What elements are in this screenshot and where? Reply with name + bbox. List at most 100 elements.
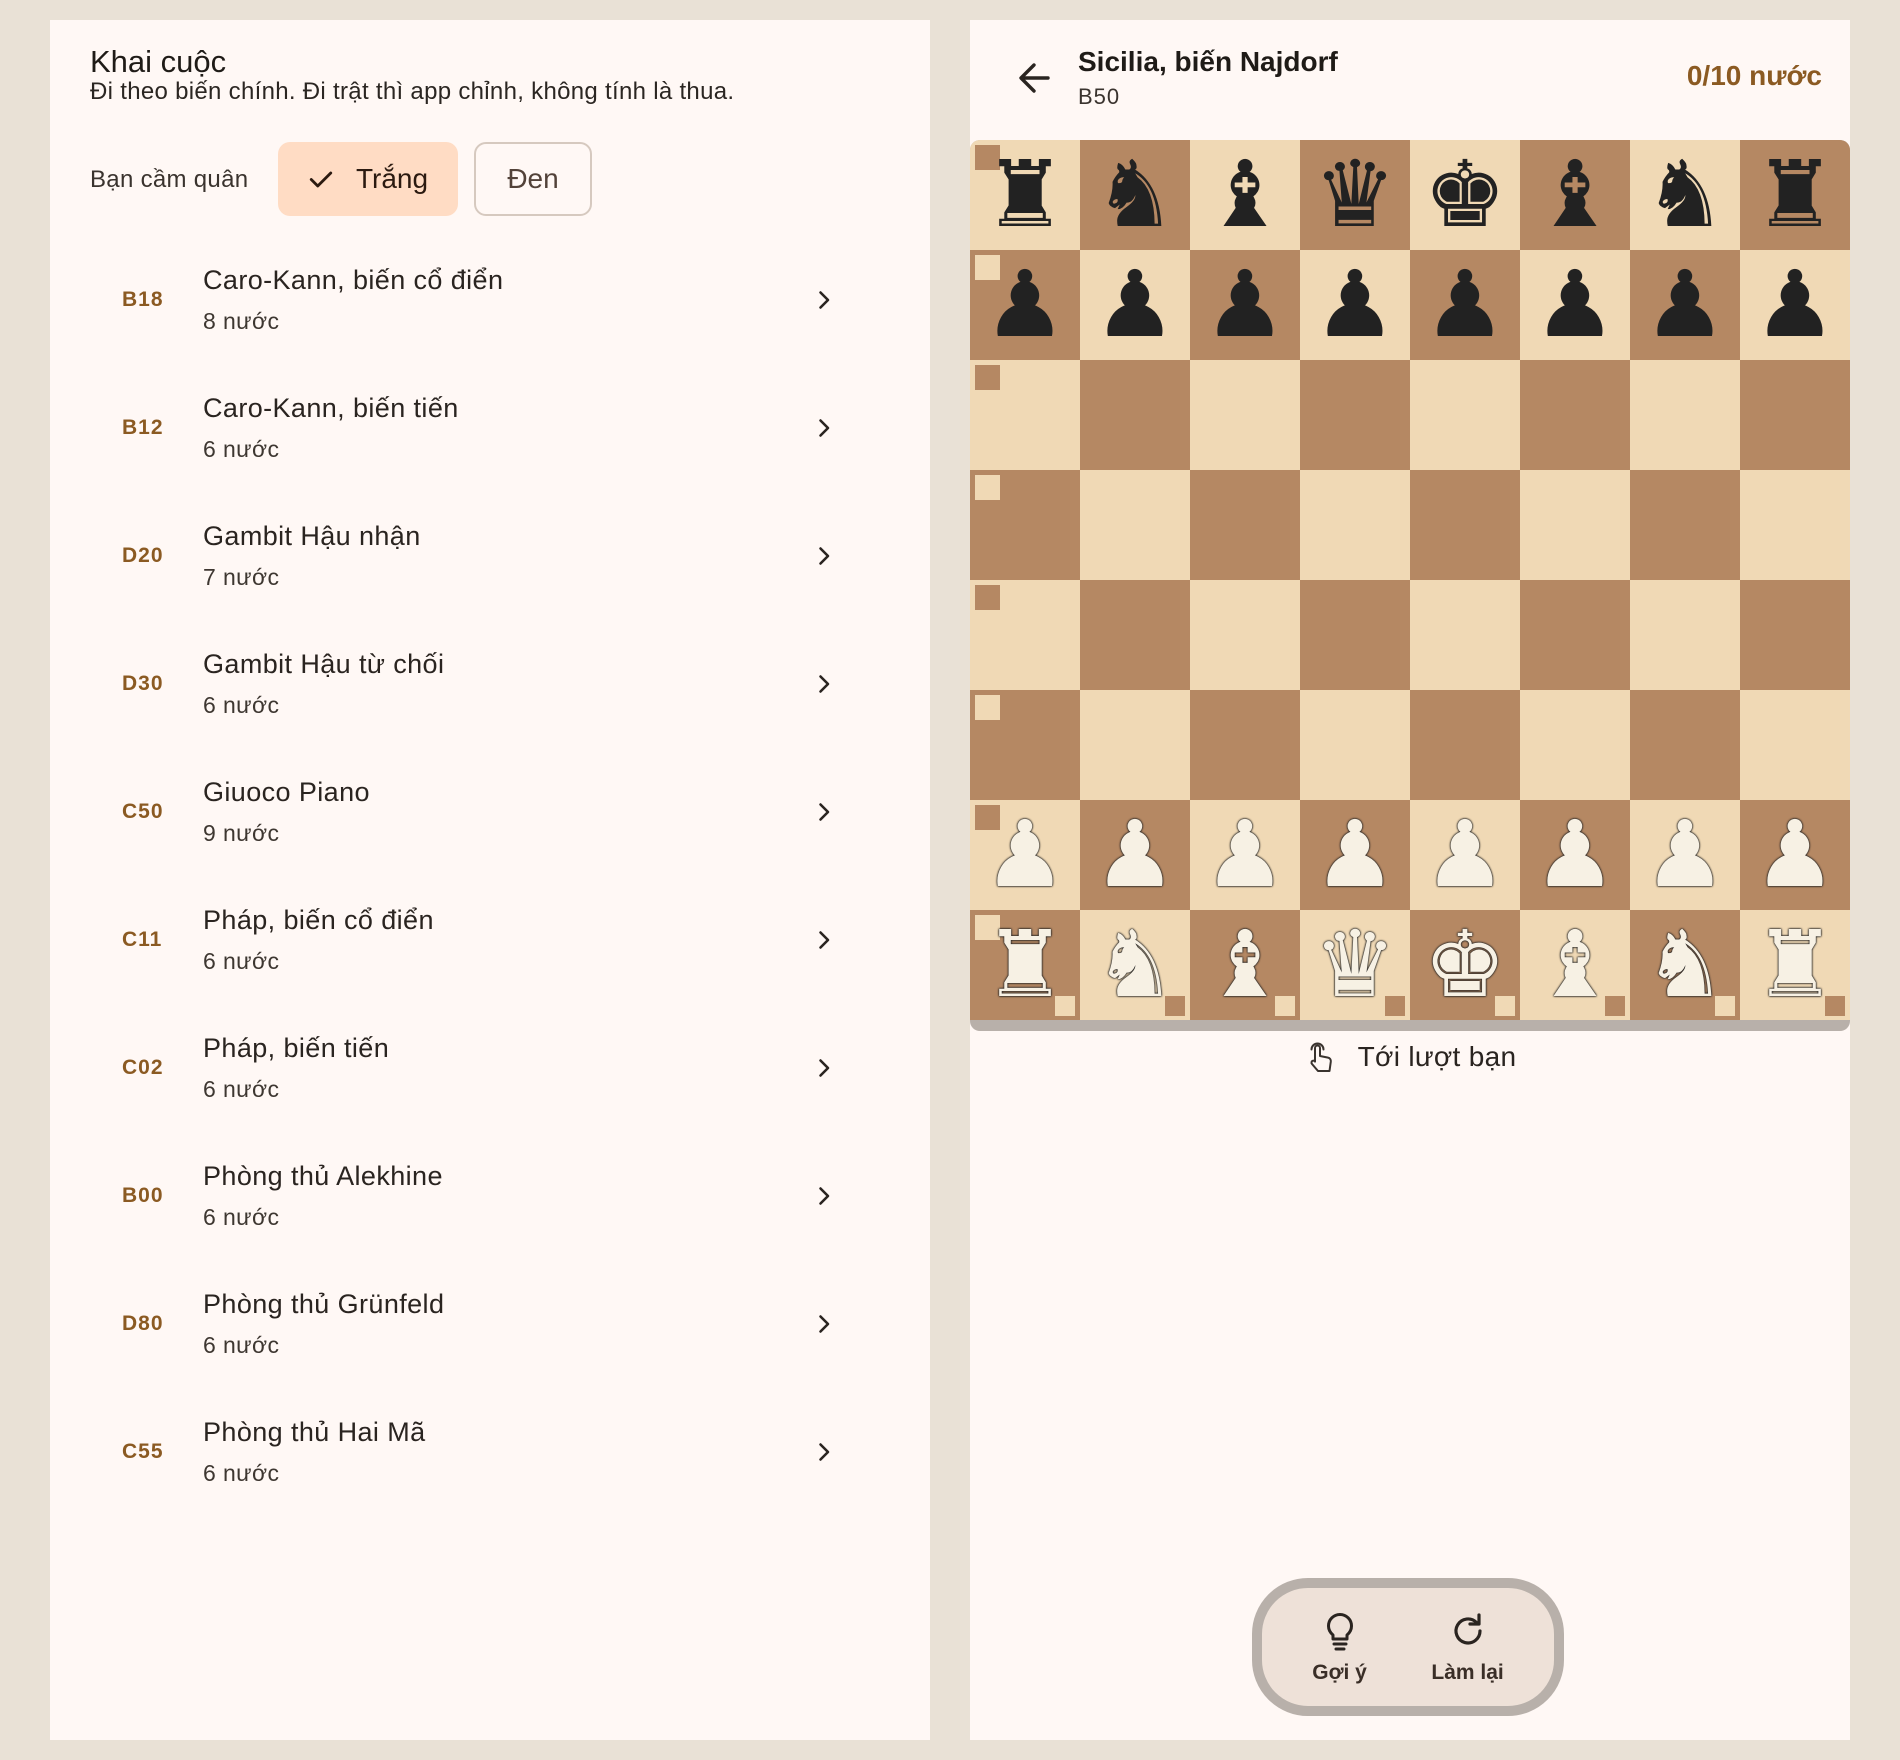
black-rook-icon[interactable]: ♜ [1740, 140, 1850, 250]
board-square[interactable]: ♜ [970, 140, 1080, 250]
board-square[interactable]: ♜ [1740, 910, 1850, 1020]
white-knight-icon[interactable]: ♞ [1630, 910, 1740, 1020]
board-square[interactable] [1080, 690, 1190, 800]
white-queen-icon[interactable]: ♛ [1300, 910, 1410, 1020]
board-square[interactable]: ♟ [1190, 800, 1300, 910]
board-square[interactable] [1300, 690, 1410, 800]
white-rook-icon[interactable]: ♜ [1740, 910, 1850, 1020]
black-pawn-icon[interactable]: ♟ [1080, 250, 1190, 360]
board-square[interactable]: ♟ [1080, 250, 1190, 360]
white-pawn-icon[interactable]: ♟ [1190, 800, 1300, 910]
black-pawn-icon[interactable]: ♟ [1190, 250, 1300, 360]
board-square[interactable] [1300, 360, 1410, 470]
board-square[interactable] [1520, 690, 1630, 800]
white-pawn-icon[interactable]: ♟ [1410, 800, 1520, 910]
white-pawn-icon[interactable]: ♟ [970, 800, 1080, 910]
board-square[interactable]: ♝ [1190, 140, 1300, 250]
opening-list-item[interactable]: C55 Phòng thủ Hai Mã 6 nước [50, 1390, 930, 1518]
opening-list-item[interactable]: D20 Gambit Hậu nhận 7 nước [50, 494, 930, 622]
white-knight-icon[interactable]: ♞ [1080, 910, 1190, 1020]
board-square[interactable]: ♞ [1630, 140, 1740, 250]
board-square[interactable] [1740, 580, 1850, 690]
board-square[interactable] [970, 360, 1080, 470]
board-square[interactable] [1190, 470, 1300, 580]
white-bishop-icon[interactable]: ♝ [1520, 910, 1630, 1020]
side-black-button[interactable]: Đen [474, 142, 592, 216]
board-square[interactable] [1630, 470, 1740, 580]
white-pawn-icon[interactable]: ♟ [1740, 800, 1850, 910]
board-square[interactable] [1630, 690, 1740, 800]
board-square[interactable] [1630, 580, 1740, 690]
board-square[interactable]: ♞ [1080, 140, 1190, 250]
board-square[interactable]: ♟ [970, 800, 1080, 910]
board-square[interactable] [1080, 470, 1190, 580]
board-square[interactable] [970, 580, 1080, 690]
white-pawn-icon[interactable]: ♟ [1520, 800, 1630, 910]
board-square[interactable]: ♟ [1740, 250, 1850, 360]
board-square[interactable] [1190, 580, 1300, 690]
arrow-left-icon[interactable] [1010, 54, 1058, 102]
board-square[interactable] [1410, 360, 1520, 470]
board-square[interactable]: ♟ [1300, 250, 1410, 360]
board-square[interactable]: ♛ [1300, 140, 1410, 250]
board-square[interactable]: ♟ [1520, 800, 1630, 910]
board-square[interactable] [1080, 360, 1190, 470]
board-square[interactable]: ♞ [1630, 910, 1740, 1020]
board-square[interactable] [1190, 690, 1300, 800]
board-square[interactable] [970, 470, 1080, 580]
board-square[interactable]: ♚ [1410, 910, 1520, 1020]
black-rook-icon[interactable]: ♜ [970, 140, 1080, 250]
board-square[interactable]: ♟ [1630, 250, 1740, 360]
black-knight-icon[interactable]: ♞ [1630, 140, 1740, 250]
board-square[interactable] [1520, 470, 1630, 580]
opening-list-item[interactable]: D30 Gambit Hậu từ chối 6 nước [50, 622, 930, 750]
board-square[interactable]: ♟ [1190, 250, 1300, 360]
side-white-button[interactable]: Trắng [278, 142, 458, 216]
board-square[interactable]: ♞ [1080, 910, 1190, 1020]
black-king-icon[interactable]: ♚ [1410, 140, 1520, 250]
board-square[interactable] [1740, 470, 1850, 580]
board-square[interactable] [1520, 360, 1630, 470]
board-square[interactable] [1080, 580, 1190, 690]
white-rook-icon[interactable]: ♜ [970, 910, 1080, 1020]
board-square[interactable] [970, 690, 1080, 800]
white-king-icon[interactable]: ♚ [1410, 910, 1520, 1020]
board-square[interactable]: ♚ [1410, 140, 1520, 250]
board-square[interactable]: ♛ [1300, 910, 1410, 1020]
white-pawn-icon[interactable]: ♟ [1630, 800, 1740, 910]
board-square[interactable] [1300, 580, 1410, 690]
board-square[interactable]: ♟ [970, 250, 1080, 360]
board-square[interactable]: ♟ [1300, 800, 1410, 910]
board-square[interactable]: ♟ [1520, 250, 1630, 360]
board-square[interactable]: ♜ [970, 910, 1080, 1020]
board-square[interactable]: ♟ [1630, 800, 1740, 910]
board-square[interactable] [1520, 580, 1630, 690]
board-square[interactable] [1190, 360, 1300, 470]
board-square[interactable]: ♟ [1410, 800, 1520, 910]
board-square[interactable]: ♝ [1520, 910, 1630, 1020]
white-pawn-icon[interactable]: ♟ [1080, 800, 1190, 910]
board-square[interactable] [1410, 470, 1520, 580]
black-pawn-icon[interactable]: ♟ [1410, 250, 1520, 360]
board-square[interactable] [1630, 360, 1740, 470]
reset-button[interactable]: Làm lại [1431, 1609, 1504, 1685]
black-queen-icon[interactable]: ♛ [1300, 140, 1410, 250]
black-pawn-icon[interactable]: ♟ [1520, 250, 1630, 360]
board-square[interactable] [1410, 580, 1520, 690]
black-pawn-icon[interactable]: ♟ [1740, 250, 1850, 360]
opening-list-item[interactable]: D80 Phòng thủ Grünfeld 6 nước [50, 1262, 930, 1390]
black-knight-icon[interactable]: ♞ [1080, 140, 1190, 250]
opening-list-item[interactable]: C11 Pháp, biến cổ điển 6 nước [50, 878, 930, 1006]
opening-list-item[interactable]: B00 Phòng thủ Alekhine 6 nước [50, 1134, 930, 1262]
chess-board[interactable]: ♜ ♞ ♝ ♛ ♚ ♝ ♞ ♜ ♟ ♟ ♟ ♟ ♟ ♟ ♟ ♟ ♟ ♟ ♟ ♟ ♟ ♟ ♟ ♟ ♜ ♞ ♝ ♛ ♚ ♝ ♞ ♜ [970, 140, 1850, 1020]
black-bishop-icon[interactable]: ♝ [1520, 140, 1630, 250]
opening-list-item[interactable]: C50 Giuoco Piano 9 nước [50, 750, 930, 878]
hint-button[interactable]: Gợi ý [1312, 1609, 1367, 1685]
board-square[interactable]: ♟ [1740, 800, 1850, 910]
white-bishop-icon[interactable]: ♝ [1190, 910, 1300, 1020]
black-pawn-icon[interactable]: ♟ [1300, 250, 1410, 360]
black-pawn-icon[interactable]: ♟ [1630, 250, 1740, 360]
board-square[interactable]: ♝ [1520, 140, 1630, 250]
opening-list-item[interactable]: B12 Caro-Kann, biến tiến 6 nước [50, 366, 930, 494]
board-square[interactable] [1410, 690, 1520, 800]
